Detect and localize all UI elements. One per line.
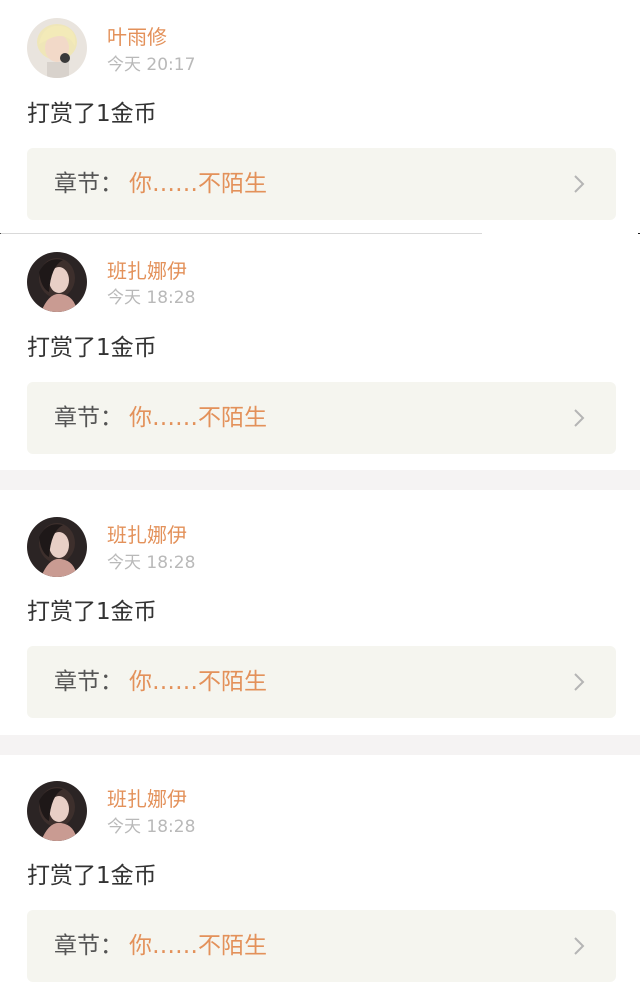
timestamp: 今天 18:28	[107, 817, 196, 837]
user-avatar[interactable]	[27, 18, 87, 78]
chapter-title: 你……不陌生	[129, 405, 267, 431]
reward-record: 班扎娜伊 今天 18:28 打赏了1金币 章节： 你……不陌生	[0, 234, 640, 470]
avatar-dark-hair-user-icon	[27, 517, 87, 577]
chapter-label: 章节：	[54, 171, 123, 197]
username[interactable]: 叶雨修	[107, 25, 167, 49]
reward-text: 打赏了1金币	[27, 335, 157, 361]
chevron-right-icon	[574, 409, 585, 427]
reward-record: 班扎娜伊 今天 18:28 打赏了1金币 章节： 你……不陌生	[0, 755, 640, 987]
chapter-title: 你……不陌生	[129, 933, 267, 959]
chapter-label: 章节：	[54, 405, 123, 431]
chapter-link[interactable]: 章节： 你……不陌生	[27, 910, 616, 982]
username[interactable]: 班扎娜伊	[107, 523, 187, 547]
reward-text: 打赏了1金币	[27, 101, 157, 127]
reward-text: 打赏了1金币	[27, 863, 157, 889]
reward-record: 班扎娜伊 今天 18:28 打赏了1金币 章节： 你……不陌生	[0, 490, 640, 735]
chevron-right-icon	[574, 175, 585, 193]
username[interactable]: 班扎娜伊	[107, 259, 187, 283]
chevron-right-icon	[574, 937, 585, 955]
chapter-link[interactable]: 章节： 你……不陌生	[27, 382, 616, 454]
chapter-title: 你……不陌生	[129, 669, 267, 695]
timestamp: 今天 18:28	[107, 553, 196, 573]
chevron-right-icon	[574, 673, 585, 691]
chapter-label: 章节：	[54, 933, 123, 959]
chapter-link[interactable]: 章节： 你……不陌生	[27, 646, 616, 718]
section-separator	[0, 470, 640, 490]
user-avatar[interactable]	[27, 781, 87, 841]
user-avatar[interactable]	[27, 252, 87, 312]
chapter-title: 你……不陌生	[129, 171, 267, 197]
avatar-blond-user-icon	[27, 18, 87, 78]
avatar-dark-hair-user-icon	[27, 252, 87, 312]
user-avatar[interactable]	[27, 517, 87, 577]
reward-record: 叶雨修 今天 20:17 打赏了1金币 章节： 你……不陌生	[0, 0, 640, 233]
chapter-link[interactable]: 章节： 你……不陌生	[27, 148, 616, 220]
timestamp: 今天 20:17	[107, 55, 196, 75]
section-separator	[0, 735, 640, 755]
reward-text: 打赏了1金币	[27, 599, 157, 625]
avatar-dark-hair-user-icon	[27, 781, 87, 841]
username[interactable]: 班扎娜伊	[107, 787, 187, 811]
chapter-label: 章节：	[54, 669, 123, 695]
timestamp: 今天 18:28	[107, 288, 196, 308]
